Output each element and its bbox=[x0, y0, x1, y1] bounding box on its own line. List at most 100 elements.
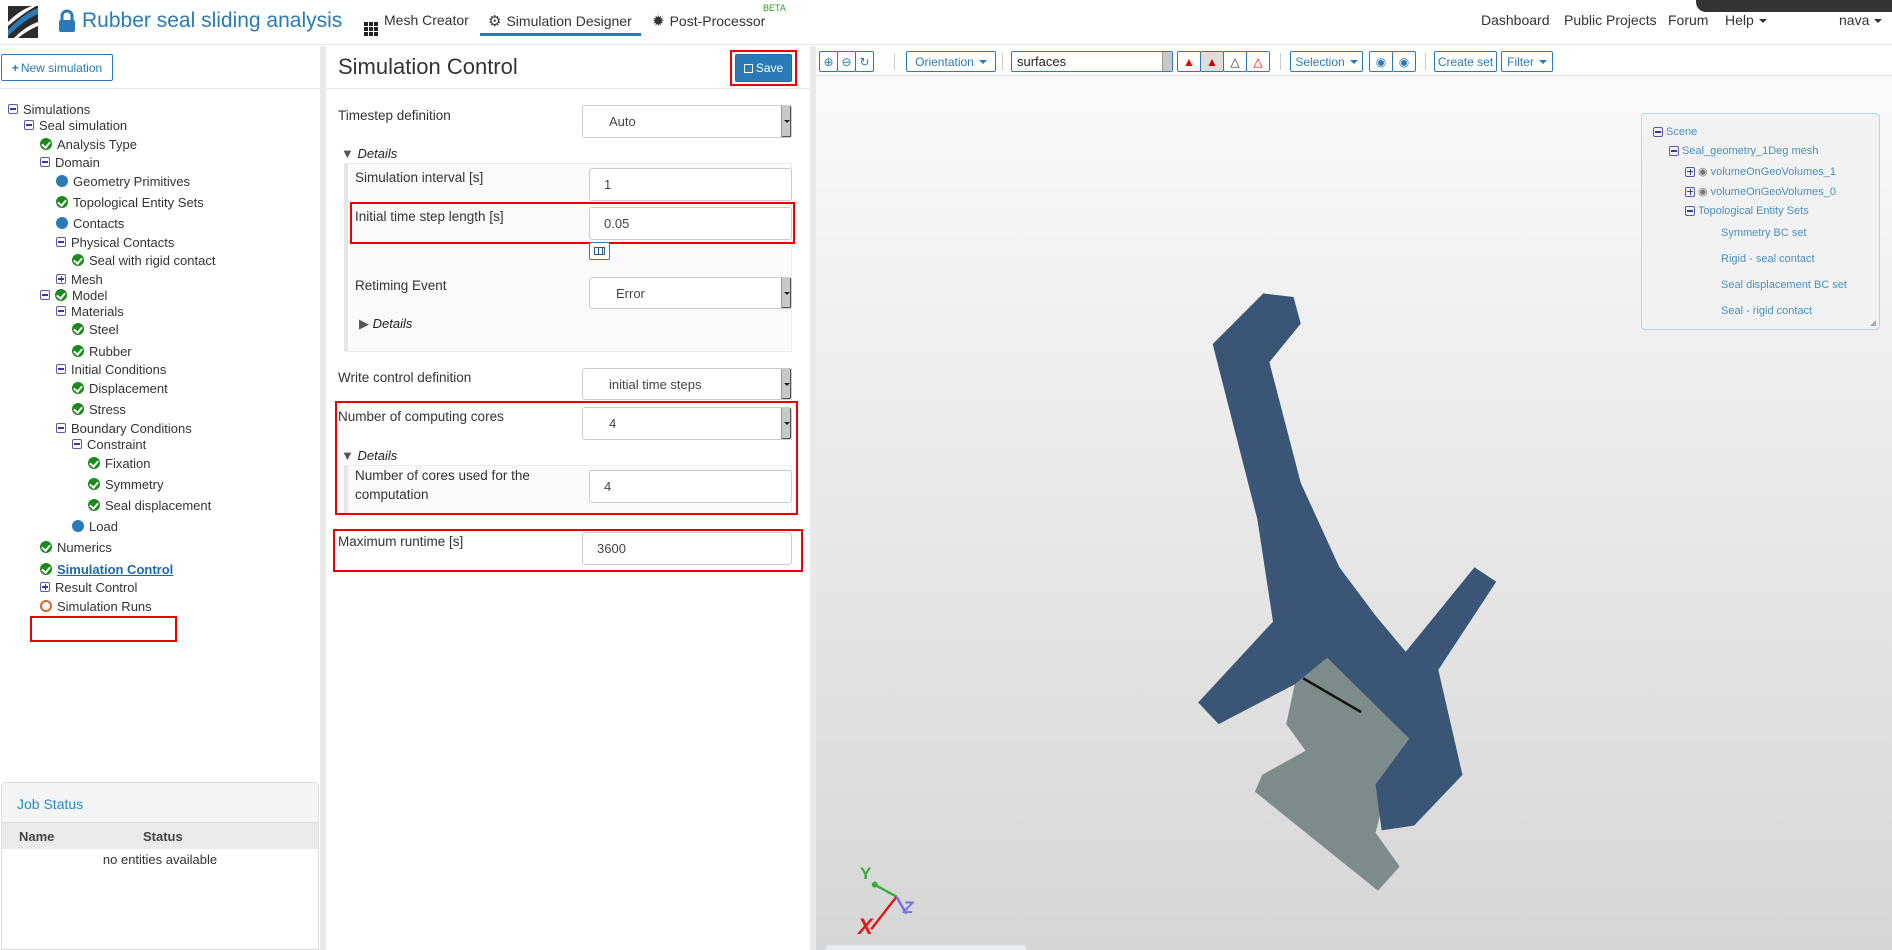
scene-sets[interactable]: Topological Entity Sets bbox=[1685, 205, 1809, 217]
retiming-details-toggle[interactable]: ▶ Details bbox=[359, 316, 412, 332]
scene-set-item[interactable]: Symmetry BC set bbox=[1721, 227, 1807, 239]
tree-item[interactable]: Result Control bbox=[40, 578, 137, 596]
simulation-interval-input[interactable]: 1 bbox=[589, 168, 792, 201]
caret-down-icon bbox=[1874, 19, 1883, 27]
tab-simulation-designer[interactable]: ⚙ Simulation Designer bbox=[488, 12, 632, 30]
expand-icon[interactable] bbox=[1685, 166, 1695, 177]
collapse-icon[interactable] bbox=[8, 104, 18, 114]
app-logo-icon[interactable] bbox=[8, 6, 38, 38]
collapse-icon[interactable] bbox=[40, 157, 50, 167]
tree-item[interactable]: Materials bbox=[56, 302, 124, 320]
triangle-right-icon: ▶ bbox=[359, 316, 369, 331]
nav-forum[interactable]: Forum bbox=[1668, 12, 1708, 28]
render-solid-button[interactable]: ▲ bbox=[1177, 51, 1201, 72]
computing-cores-select[interactable]: 4 bbox=[582, 407, 792, 440]
tree-item[interactable]: Rubber bbox=[72, 342, 132, 360]
scene-set-item[interactable]: Seal - rigid contact bbox=[1721, 305, 1812, 317]
panel-resize-handle[interactable] bbox=[320, 46, 326, 950]
collapse-icon[interactable] bbox=[24, 120, 34, 130]
render-mode-select[interactable]: surfaces bbox=[1011, 51, 1173, 72]
tree-item[interactable]: Seal simulation bbox=[24, 116, 127, 134]
render-wireframe-button[interactable]: △ bbox=[1223, 51, 1247, 72]
tree-item[interactable]: Numerics bbox=[40, 538, 112, 556]
nav-help[interactable]: Help bbox=[1725, 12, 1767, 28]
collapse-icon[interactable] bbox=[72, 439, 82, 449]
expand-icon[interactable] bbox=[56, 274, 66, 284]
filter-dropdown[interactable]: Filter bbox=[1501, 51, 1553, 72]
render-outline-button[interactable]: △ bbox=[1246, 51, 1270, 72]
max-runtime-input[interactable]: 3600 bbox=[582, 532, 792, 565]
tree-item[interactable]: Initial Conditions bbox=[56, 360, 166, 378]
check-circle-icon bbox=[40, 563, 52, 575]
computing-cores-label: Number of computing cores bbox=[338, 409, 504, 424]
scene-mesh[interactable]: Seal_geometry_1Deg mesh bbox=[1669, 145, 1818, 157]
details-toggle[interactable]: ▼ Details bbox=[341, 146, 397, 161]
tree-item[interactable]: Load bbox=[72, 517, 118, 535]
tree-item[interactable]: Simulation Control bbox=[40, 560, 173, 578]
scene-set-item[interactable]: Seal displacement BC set bbox=[1721, 279, 1847, 291]
initial-time-step-input[interactable]: 0.05 bbox=[589, 207, 792, 240]
tree-item[interactable]: Seal displacement bbox=[88, 496, 211, 514]
tree-item[interactable]: Contacts bbox=[56, 214, 124, 232]
nav-public-projects[interactable]: Public Projects bbox=[1564, 12, 1657, 28]
tree-item[interactable]: Steel bbox=[72, 320, 119, 338]
details-label: Details bbox=[372, 316, 413, 331]
tree-item[interactable]: Geometry Primitives bbox=[56, 172, 190, 190]
tree-item[interactable]: Topological Entity Sets bbox=[56, 193, 204, 211]
tree-item[interactable]: Stress bbox=[72, 400, 126, 418]
nav-dashboard[interactable]: Dashboard bbox=[1481, 12, 1550, 28]
zoom-out-button[interactable]: ⊖ bbox=[837, 51, 856, 72]
project-title[interactable]: Rubber seal sliding analysis bbox=[82, 9, 342, 33]
tree-item[interactable]: Analysis Type bbox=[40, 135, 137, 153]
tree-item-label: Simulation Control bbox=[57, 561, 174, 577]
collapse-icon[interactable] bbox=[56, 237, 66, 247]
selection-dropdown[interactable]: Selection bbox=[1290, 51, 1363, 72]
write-control-select[interactable]: initial time steps bbox=[582, 368, 792, 400]
tree-item[interactable]: Simulation Runs bbox=[40, 597, 152, 615]
scene-set-item[interactable]: Rigid - seal contact bbox=[1721, 253, 1815, 265]
column-status: Status bbox=[143, 829, 183, 844]
collapse-icon[interactable] bbox=[1653, 127, 1663, 137]
cores-used-input[interactable]: 4 bbox=[589, 470, 792, 503]
table-icon-button[interactable] bbox=[589, 242, 610, 260]
cores-details-toggle[interactable]: ▼ Details bbox=[341, 448, 397, 463]
reset-view-button[interactable]: ↻ bbox=[855, 51, 874, 72]
tab-mesh-creator[interactable]: Mesh Creator bbox=[364, 12, 469, 36]
hide-button[interactable]: ◉ bbox=[1369, 51, 1393, 72]
tree-item[interactable]: Constraint bbox=[72, 435, 146, 453]
tree-item[interactable]: Displacement bbox=[72, 379, 168, 397]
collapse-icon[interactable] bbox=[56, 423, 66, 433]
expand-icon[interactable] bbox=[40, 582, 50, 592]
resize-grip-icon[interactable] bbox=[1870, 320, 1876, 326]
scene-volume[interactable]: ◉ volumeOnGeoVolumes_0 bbox=[1685, 185, 1836, 198]
details-label: Details bbox=[357, 146, 398, 161]
eye-icon[interactable]: ◉ bbox=[1698, 185, 1708, 198]
tree-item[interactable]: Physical Contacts bbox=[56, 233, 174, 251]
show-button[interactable]: ◉ bbox=[1392, 51, 1416, 72]
retiming-event-select[interactable]: Error bbox=[589, 277, 792, 309]
tree-item[interactable]: Fixation bbox=[88, 454, 151, 472]
collapse-icon[interactable] bbox=[1669, 146, 1679, 156]
tree-item[interactable]: Symmetry bbox=[88, 475, 164, 493]
collapse-icon[interactable] bbox=[56, 364, 66, 374]
tree-item[interactable]: Domain bbox=[40, 153, 100, 171]
orientation-dropdown[interactable]: Orientation bbox=[906, 51, 996, 72]
tree-item[interactable]: Seal with rigid contact bbox=[72, 251, 215, 269]
select-value: Auto bbox=[609, 114, 636, 129]
expand-icon[interactable] bbox=[1685, 186, 1695, 197]
new-simulation-button[interactable]: + New simulation bbox=[1, 54, 113, 81]
create-set-button[interactable]: Create set bbox=[1434, 51, 1497, 72]
render-solid-edges-button[interactable]: ▲ bbox=[1200, 51, 1224, 72]
scene-volume[interactable]: ◉ volumeOnGeoVolumes_1 bbox=[1685, 165, 1836, 178]
collapse-icon[interactable] bbox=[56, 306, 66, 316]
lock-icon bbox=[59, 9, 75, 32]
user-menu[interactable]: nava bbox=[1839, 12, 1883, 28]
collapse-icon[interactable] bbox=[40, 290, 50, 300]
collapse-icon[interactable] bbox=[1685, 206, 1695, 216]
save-button[interactable]: Save bbox=[735, 54, 792, 82]
timestep-definition-select[interactable]: Auto bbox=[582, 105, 792, 138]
eye-icon[interactable]: ◉ bbox=[1698, 165, 1708, 178]
zoom-in-button[interactable]: ⊕ bbox=[819, 51, 838, 72]
scene-root[interactable]: Scene bbox=[1653, 126, 1697, 138]
tab-post-processor[interactable]: ✹ Post-Processor bbox=[652, 12, 765, 30]
